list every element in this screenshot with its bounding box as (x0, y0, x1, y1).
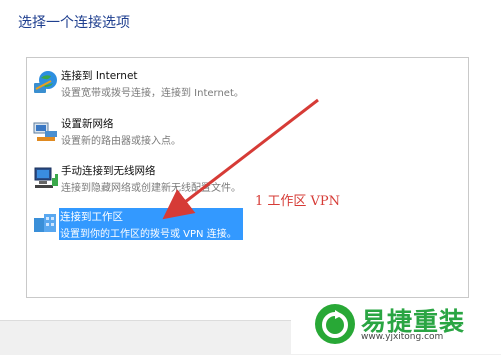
logo-circle-icon (315, 304, 355, 344)
annotation-label: 1 工作区 VPN (255, 194, 341, 209)
watermark-logo: 易捷重装 www.yjxitong.com (315, 304, 501, 346)
watermark-url: www.yjxitong.com (361, 332, 444, 342)
